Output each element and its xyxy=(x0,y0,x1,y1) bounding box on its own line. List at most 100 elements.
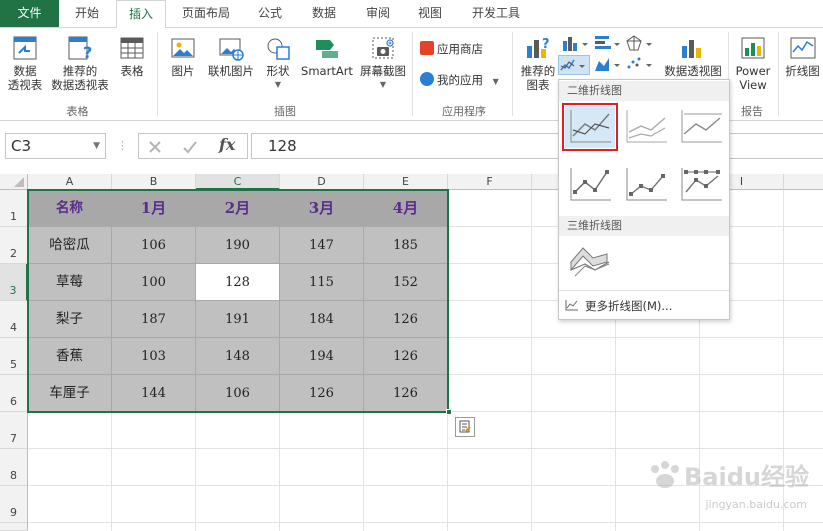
app-store-button[interactable]: 应用商店 xyxy=(420,38,483,60)
group-label-apps: 应用程序 xyxy=(442,105,486,118)
line-markers-option[interactable] xyxy=(565,164,615,206)
recommended-charts-button[interactable]: ? 推荐的 图表 xyxy=(516,34,560,92)
table-cell[interactable]: 126 xyxy=(364,301,448,338)
enter-check-icon[interactable] xyxy=(182,139,198,155)
name-box-dropdown-icon[interactable]: ▼ xyxy=(93,134,100,158)
section-3d-line: 三维折线图 xyxy=(559,216,729,236)
row-header-2[interactable]: 2 xyxy=(0,227,28,264)
shapes-button[interactable]: 形状 ▼ xyxy=(260,34,296,92)
tab-insert[interactable]: 插入 xyxy=(116,0,166,28)
table-button[interactable]: 表格 xyxy=(114,34,150,78)
bar-chart-button[interactable] xyxy=(593,34,623,52)
table-cell[interactable]: 香蕉 xyxy=(28,338,112,375)
table-header-cell[interactable]: 2月 xyxy=(196,190,280,227)
table-cell[interactable]: 106 xyxy=(112,227,196,264)
group-label-reports: 报告 xyxy=(741,105,763,118)
table-cell[interactable]: 185 xyxy=(364,227,448,264)
power-view-button[interactable]: Power View xyxy=(733,34,773,92)
active-cell-c3[interactable]: 128 xyxy=(196,264,280,301)
table-cell[interactable]: 148 xyxy=(196,338,280,375)
line-chart-button[interactable] xyxy=(558,55,590,75)
sparkline-line-button[interactable]: 折线图 xyxy=(782,34,823,78)
row-header-4[interactable]: 4 xyxy=(0,301,28,338)
row-header-1[interactable]: 1 xyxy=(0,190,28,227)
table-cell[interactable]: 184 xyxy=(280,301,364,338)
row-header-8[interactable]: 8 xyxy=(0,449,28,486)
recommended-pivot-icon: ? xyxy=(68,36,92,62)
table-header-cell[interactable]: 3月 xyxy=(280,190,364,227)
picture-label: 图片 xyxy=(171,64,195,78)
table-header-cell[interactable]: 1月 xyxy=(112,190,196,227)
radar-chart-button[interactable] xyxy=(625,34,655,52)
tab-file[interactable]: 文件 xyxy=(0,0,59,27)
column-header-e[interactable]: E xyxy=(364,174,448,190)
screenshot-button[interactable]: 屏幕截图 ▼ xyxy=(356,34,410,92)
store-icon xyxy=(420,41,434,55)
3d-line-option[interactable] xyxy=(565,240,615,282)
quick-analysis-button[interactable] xyxy=(455,417,475,437)
pivot-chart-button[interactable]: 数据透视图 xyxy=(660,34,726,78)
table-cell[interactable]: 144 xyxy=(112,375,196,412)
column-chart-button[interactable] xyxy=(561,34,591,52)
tab-view[interactable]: 视图 xyxy=(406,0,454,27)
table-cell[interactable]: 194 xyxy=(280,338,364,375)
table-cell[interactable]: 126 xyxy=(280,375,364,412)
formula-input[interactable]: 128 xyxy=(251,133,823,159)
smartart-button[interactable]: SmartArt xyxy=(298,34,356,78)
stacked-line-chart-option[interactable] xyxy=(621,106,671,148)
name-box[interactable]: C3 ▼ xyxy=(5,133,106,159)
pivot-table-button[interactable]: 数据 透视表 xyxy=(3,34,47,92)
table-cell[interactable]: 103 xyxy=(112,338,196,375)
table-cell[interactable]: 梨子 xyxy=(28,301,112,338)
column-header-c[interactable]: C xyxy=(196,174,280,190)
table-header-cell[interactable]: 4月 xyxy=(364,190,448,227)
table-cell[interactable]: 106 xyxy=(196,375,280,412)
tab-page-layout[interactable]: 页面布局 xyxy=(170,0,242,27)
cancel-icon[interactable] xyxy=(147,139,163,155)
table-cell[interactable]: 车厘子 xyxy=(28,375,112,412)
online-picture-button[interactable]: 联机图片 xyxy=(203,34,259,78)
row-header-7[interactable]: 7 xyxy=(0,412,28,449)
pivot-chart-icon xyxy=(682,40,701,58)
line-chart-option[interactable] xyxy=(562,103,618,151)
recommended-pivot-button[interactable]: ? 推荐的 数据透视表 xyxy=(48,34,112,92)
row-header-3[interactable]: 3 xyxy=(0,264,28,301)
percent-stacked-line-option[interactable] xyxy=(676,106,726,148)
table-cell[interactable]: 147 xyxy=(280,227,364,264)
row-header-6[interactable]: 6 xyxy=(0,375,28,412)
area-chart-button[interactable] xyxy=(593,55,623,73)
table-cell[interactable]: 190 xyxy=(196,227,280,264)
more-line-charts-link[interactable]: 更多折线图(M)... xyxy=(565,298,672,314)
table-cell[interactable]: 187 xyxy=(112,301,196,338)
line-chart-small-icon xyxy=(565,300,578,311)
insert-function-button[interactable]: fx xyxy=(219,135,235,154)
table-cell[interactable]: 191 xyxy=(196,301,280,338)
column-header-f[interactable]: F xyxy=(448,174,532,190)
tab-review[interactable]: 审阅 xyxy=(354,0,402,27)
column-header-a[interactable]: A xyxy=(28,174,112,190)
row-header-9[interactable]: 9 xyxy=(0,486,28,523)
tab-data[interactable]: 数据 xyxy=(298,0,350,27)
table-cell[interactable]: 126 xyxy=(364,375,448,412)
column-header-b[interactable]: B xyxy=(112,174,196,190)
table-cell[interactable]: 152 xyxy=(364,264,448,301)
row-header-5[interactable]: 5 xyxy=(0,338,28,375)
tab-home[interactable]: 开始 xyxy=(61,0,113,27)
table-header-cell[interactable]: 名称 xyxy=(28,190,112,227)
row-header-10[interactable] xyxy=(0,523,28,531)
stacked-line-markers-option[interactable] xyxy=(621,164,671,206)
my-apps-button[interactable]: 我的应用 ▼ xyxy=(420,69,499,91)
picture-button[interactable]: 图片 xyxy=(166,34,200,78)
table-cell[interactable]: 126 xyxy=(364,338,448,375)
percent-stacked-line-markers-option[interactable] xyxy=(676,164,726,206)
select-all-corner[interactable] xyxy=(0,174,28,190)
table-cell[interactable]: 100 xyxy=(112,264,196,301)
fill-handle[interactable] xyxy=(446,409,452,415)
tab-formulas[interactable]: 公式 xyxy=(246,0,294,27)
scatter-chart-button[interactable] xyxy=(625,55,655,73)
column-header-d[interactable]: D xyxy=(280,174,364,190)
table-cell[interactable]: 草莓 xyxy=(28,264,112,301)
tab-developer[interactable]: 开发工具 xyxy=(458,0,534,27)
table-cell[interactable]: 115 xyxy=(280,264,364,301)
table-cell[interactable]: 哈密瓜 xyxy=(28,227,112,264)
